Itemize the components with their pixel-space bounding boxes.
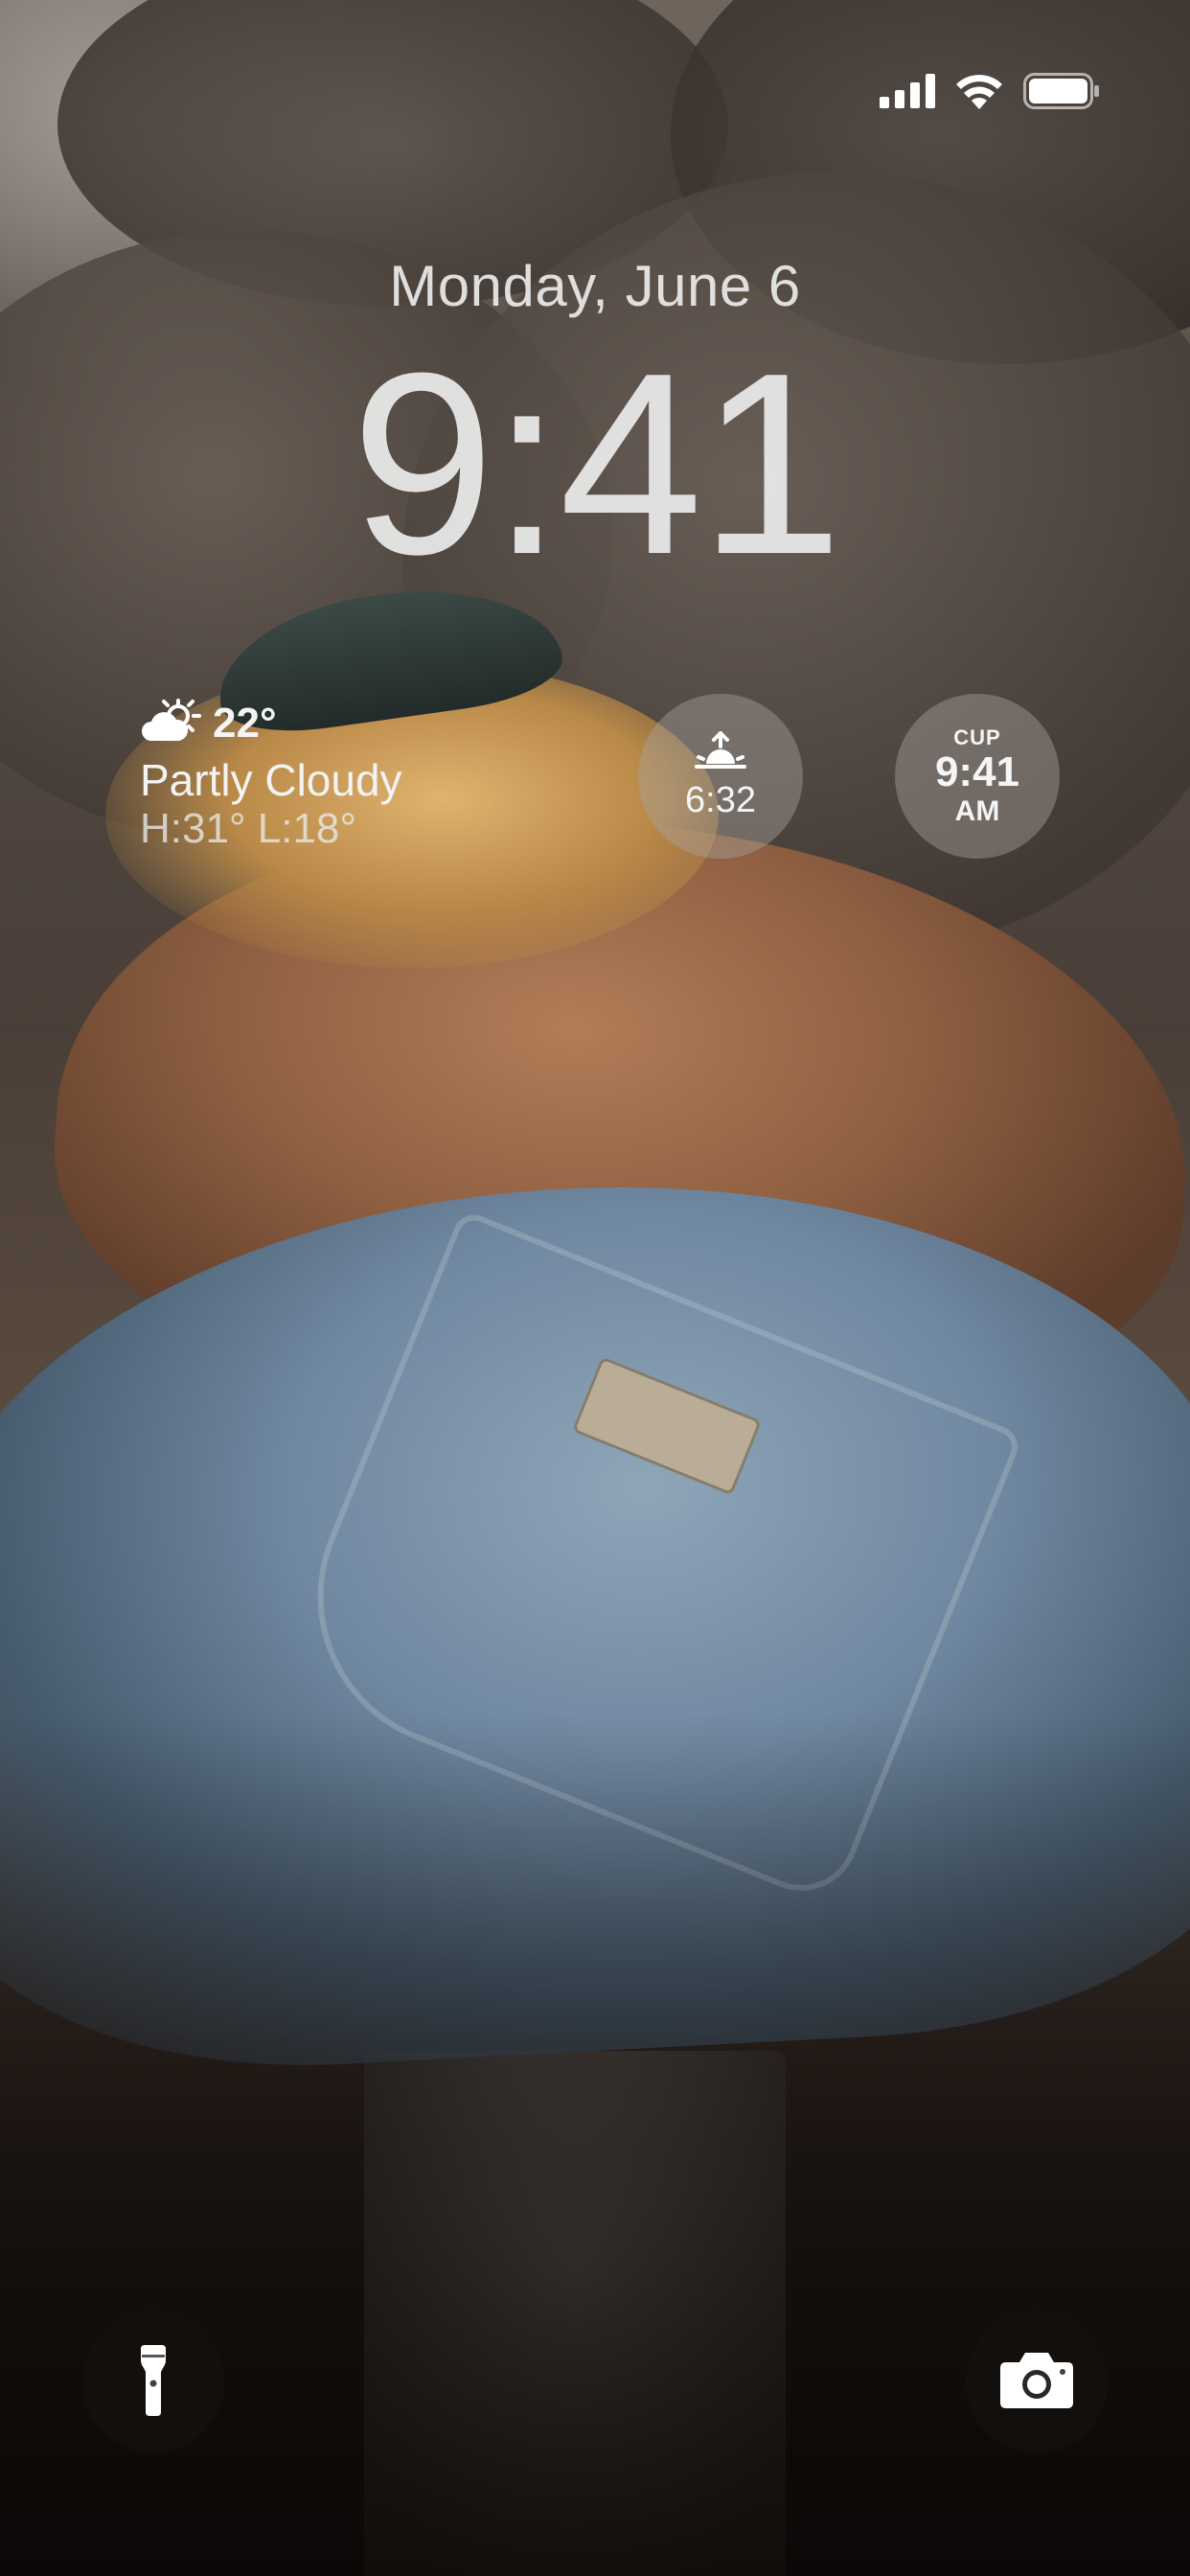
battery-icon [1023, 73, 1100, 109]
weather-temperature: 22° [213, 700, 277, 747]
flashlight-icon [138, 2344, 169, 2421]
lock-screen: Monday, June 6 9:41 22° Partly Cloudy H:… [0, 0, 1190, 2576]
wallpaper-ground [364, 2051, 786, 2576]
world-clock-ampm: AM [954, 794, 1000, 827]
wallpaper-jeans [0, 1154, 1190, 2085]
lock-screen-time: 9:41 [351, 320, 843, 609]
weather-high-low: H:31° L:18° [140, 805, 356, 853]
sunrise-icon [695, 731, 746, 774]
camera-button[interactable] [966, 2312, 1108, 2453]
weather-condition: Partly Cloudy [140, 755, 402, 805]
partly-cloudy-icon [140, 698, 203, 749]
flashlight-button[interactable] [82, 2312, 224, 2453]
wallpaper-figure-back [37, 785, 1190, 1458]
world-clock-city: CUP [953, 725, 1001, 750]
wifi-icon [954, 73, 1004, 109]
wallpaper-jeans-patch [571, 1356, 763, 1496]
world-clock-time: 9:41 [934, 748, 1020, 796]
status-bar [880, 73, 1100, 109]
camera-icon [998, 2351, 1075, 2415]
sunrise-widget[interactable]: 6:32 [638, 694, 803, 859]
world-clock-widget[interactable]: CUP 9:41 AM [895, 694, 1060, 859]
cellular-signal-icon [880, 74, 935, 108]
sunrise-time: 6:32 [685, 780, 756, 820]
lock-screen-date: Monday, June 6 [389, 254, 801, 318]
weather-widget[interactable]: 22° Partly Cloudy H:31° L:18° [140, 696, 485, 851]
wallpaper-jeans-pocket [271, 1208, 1024, 1909]
